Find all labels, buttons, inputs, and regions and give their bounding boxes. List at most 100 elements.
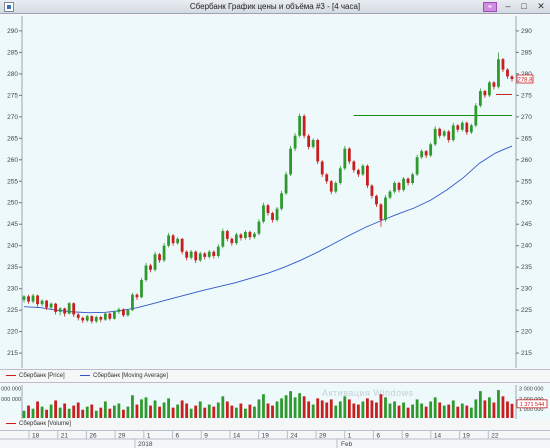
price-tick-label-right: 245: [521, 221, 532, 228]
volume-bar-down: [406, 407, 410, 418]
candle-body-up: [40, 300, 44, 305]
volume-bar-up: [85, 406, 89, 418]
volume-bar-up: [433, 397, 437, 418]
volume-bar-down: [347, 399, 351, 418]
price-tick-label-left: 280: [7, 71, 18, 78]
candle-body-down: [99, 317, 103, 320]
candle-body-up: [433, 128, 437, 145]
volume-bar-up: [388, 403, 392, 418]
volume-bar-down: [271, 405, 274, 418]
candle-body-up: [388, 191, 392, 198]
price-tick-label-right: 260: [521, 157, 532, 164]
candle-body-up: [478, 91, 482, 106]
price-chart-panel[interactable]: 290 290 285 285 280 280 275 275 270 270 265 265 260 2…: [0, 16, 550, 368]
legend-item-moving-average[interactable]: Сбербанк [Moving Average]: [80, 373, 168, 379]
volume-chart[interactable]: 3 000 0002 000 0001 000 0003 000 0002 00…: [0, 385, 550, 419]
volume-bar-down: [438, 402, 442, 418]
volume-bar-up: [289, 391, 292, 418]
price-tick-label-right: 215: [521, 350, 532, 357]
price-chart[interactable]: 290 290285 285280 280275 275270 270265 265260 2…: [0, 16, 550, 368]
volume-bar-up: [429, 401, 433, 418]
maximize-button[interactable]: □: [518, 2, 530, 12]
minimize-button[interactable]: –: [502, 2, 514, 12]
candle-body-down: [271, 213, 274, 220]
current-volume-label: 1 371 544: [520, 402, 544, 408]
candle-body-up: [293, 135, 297, 149]
time-tick-label: 14: [233, 433, 241, 440]
volume-bar-down: [483, 400, 487, 418]
volume-chart-panel[interactable]: 3 000 0002 000 0001 000 0003 000 0002 00…: [0, 385, 550, 419]
time-tick-label: 19: [262, 433, 270, 440]
candle-body-up: [338, 168, 342, 183]
volume-bar-up: [334, 405, 338, 418]
volume-bar-up: [216, 402, 220, 418]
volume-tick-label-left: 3 000 000: [0, 387, 21, 393]
title-bar[interactable]: Сбербанк График цены и объёма #3 - [4 ча…: [0, 0, 550, 14]
volume-bar-up: [293, 397, 297, 418]
candle-body-down: [465, 122, 469, 133]
candle-body-up: [411, 174, 414, 183]
time-tick-label: 24: [290, 433, 298, 440]
candle-body-down: [347, 148, 351, 162]
candle-body-up: [402, 178, 405, 190]
candle-body-up: [216, 246, 220, 257]
legend-label-moving-average: Сбербанк [Moving Average]: [93, 373, 168, 379]
candle-body-up: [112, 311, 116, 319]
volume-bar-up: [31, 408, 35, 418]
chart-window: Сбербанк График цены и объёма #3 - [4 ча…: [0, 0, 550, 448]
candle-body-down: [406, 178, 410, 183]
volume-bar-down: [316, 398, 320, 418]
close-button[interactable]: ✕: [535, 2, 547, 12]
candle-body-up: [207, 251, 211, 257]
volume-bar-down: [325, 402, 329, 418]
candle-body-up: [176, 238, 180, 244]
candle-body-down: [63, 308, 67, 314]
candle-body-down: [45, 300, 48, 308]
candle-body-down: [329, 181, 333, 192]
candle-body-down: [122, 309, 125, 316]
volume-bar-up: [275, 401, 279, 418]
candle-body-up: [284, 174, 288, 194]
price-tick-label-right: 270: [521, 114, 532, 121]
time-axis[interactable]: 18 21 26 29 1 6 9 14 19 24 29 1 6 9 14 19 22 2018 Feb: [0, 430, 550, 448]
candle-body-up: [94, 317, 98, 322]
candle-body-down: [483, 91, 487, 96]
candle-body-up: [497, 59, 500, 87]
legend-item-volume[interactable]: Сбербанк [Volume]: [6, 421, 71, 427]
candle-body-down: [379, 204, 383, 220]
time-tick-label: 9: [204, 433, 208, 440]
candle-body-down: [158, 254, 161, 261]
volume-legend: Сбербанк [Volume]: [0, 419, 550, 430]
volume-bar-up: [117, 403, 121, 418]
candle-body-down: [230, 238, 234, 244]
volume-bar-down: [225, 401, 229, 418]
price-tick-label-left: 220: [7, 329, 18, 336]
candle-body-up: [85, 316, 89, 321]
volume-tick-label-left: 2 000 000: [0, 397, 21, 403]
volume-bar-up: [140, 399, 143, 418]
candle-body-down: [370, 185, 374, 196]
volume-bar-down: [158, 406, 161, 418]
candle-body-up: [244, 231, 247, 238]
price-tick-label-right: 255: [521, 178, 532, 185]
current-price-label: 278.8: [517, 77, 533, 83]
candle-body-down: [366, 165, 369, 186]
pin-icon[interactable]: ⌖: [483, 2, 497, 12]
candle-body-down: [510, 76, 514, 80]
candle-body-up: [275, 208, 279, 220]
candle-body-up: [167, 235, 170, 246]
price-tick-label-left: 250: [7, 200, 18, 207]
candle-body-up: [31, 295, 35, 302]
volume-bar-down: [366, 398, 369, 418]
candle-body-up: [384, 197, 387, 220]
candle-body-down: [135, 294, 139, 298]
legend-item-price[interactable]: Сбербанк [Price]: [6, 373, 65, 379]
price-tick-label-right: 275: [521, 92, 532, 99]
volume-bar-down: [492, 402, 496, 418]
candle-body-up: [144, 265, 148, 281]
candle-body-down: [316, 140, 320, 162]
volume-bar-up: [311, 404, 315, 418]
candle-body-down: [194, 251, 198, 261]
candle-body-up: [429, 144, 433, 156]
price-tick-label-left: 265: [7, 135, 18, 142]
